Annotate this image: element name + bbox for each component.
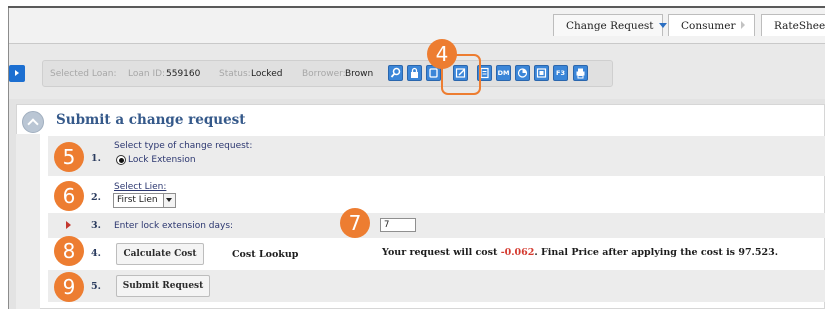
callout-badge-5: 5 [54, 142, 84, 172]
tab-label: Change Request [566, 20, 654, 32]
lock-icon[interactable] [407, 65, 422, 81]
play-icon [15, 70, 19, 76]
document-icon[interactable] [534, 65, 549, 81]
cost-result-prefix: Your request will cost [382, 247, 498, 258]
panel-side-strip [16, 134, 40, 309]
callout-badge-8: 8 [54, 236, 84, 266]
form-icon[interactable]: F3 [553, 65, 568, 81]
step-number-5: 5. [91, 281, 101, 292]
step-number-4: 4. [91, 248, 101, 259]
calendar-icon[interactable]: DM [496, 65, 511, 81]
cost-result-text: Your request will cost -0.062. Final Pri… [382, 247, 778, 258]
collapse-panel-button[interactable] [22, 111, 44, 133]
tab-ratesheet[interactable]: RateSheet [761, 14, 825, 36]
lock-extension-radio[interactable] [116, 155, 126, 165]
selected-loan-label: Selected Loan: [50, 69, 117, 79]
tab-label: RateSheet [774, 20, 825, 32]
change-type-label: Select type of change request: [114, 141, 253, 151]
cost-lookup-label: Cost Lookup [232, 249, 299, 260]
print-icon[interactable] [573, 65, 588, 81]
step-number-2: 2. [91, 192, 101, 203]
current-step-arrow-icon [66, 221, 71, 229]
cost-value: -0.062 [500, 247, 535, 258]
lock-extension-label: Lock Extension [128, 155, 196, 165]
status-value: Locked [251, 69, 283, 79]
callout-badge-7: 7 [340, 208, 370, 238]
lock-extension-days-value: 7 [384, 220, 390, 230]
borrower-value: Brown [345, 69, 374, 79]
submit-request-button[interactable]: Submit Request [116, 275, 210, 297]
chart-icon[interactable] [515, 65, 530, 81]
select-lien-label: Select Lien: [114, 182, 167, 192]
calculate-cost-button[interactable]: Calculate Cost [116, 243, 204, 265]
form-icon-text: F3 [556, 69, 565, 77]
chevron-right-icon [741, 21, 746, 29]
callout-badge-6: 6 [54, 181, 84, 211]
calendar-icon-text: DM [497, 69, 510, 77]
tab-label: Consumer [681, 20, 736, 32]
cost-result-suffix: . Final Price after applying the cost is… [534, 247, 778, 258]
lock-extension-days-input[interactable]: 7 [380, 218, 416, 232]
step-number-3: 3. [91, 220, 101, 231]
lock-extension-days-label: Enter lock extension days: [114, 221, 234, 231]
tab-consumer[interactable]: Consumer [668, 14, 755, 36]
dropdown-arrow-icon [163, 194, 175, 207]
chevron-down-icon [166, 198, 172, 202]
chevron-down-icon [658, 23, 667, 28]
status-label: Status: [219, 69, 251, 79]
callout-badge-9: 9 [54, 272, 84, 302]
lien-select-value: First Lien [117, 195, 158, 205]
expand-sidebar-button[interactable] [9, 65, 25, 82]
borrower-label: Borrower: [302, 69, 346, 79]
step-number-1: 1. [91, 153, 101, 164]
callout-badge-4: 4 [427, 39, 457, 69]
search-icon[interactable] [388, 65, 403, 81]
panel-title: Submit a change request [56, 112, 246, 128]
radio-selected-dot [118, 157, 124, 163]
lien-select[interactable]: First Lien [113, 193, 176, 208]
loan-id-value: 559160 [166, 69, 201, 79]
loan-id-label: Loan ID: [128, 69, 166, 79]
chevron-up-icon [27, 118, 39, 130]
tab-change-request[interactable]: Change Request [553, 14, 667, 36]
